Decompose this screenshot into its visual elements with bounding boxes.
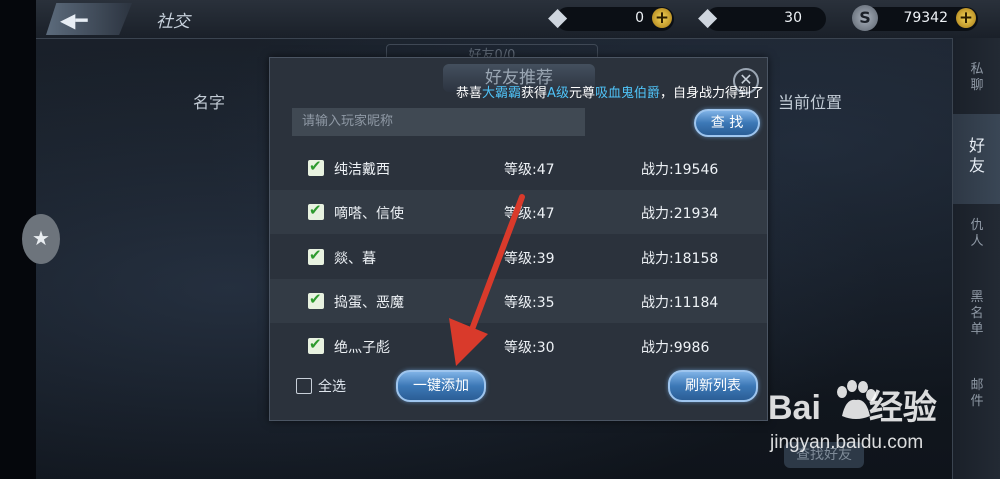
arrow-shaft	[465, 194, 525, 343]
watermark-brand-right: 经验	[868, 389, 937, 427]
watermark-brand-left: Bai	[768, 389, 821, 427]
watermark-url: jingyan.baidu.com	[770, 432, 924, 453]
paw-icon	[837, 380, 876, 419]
arrow-head	[449, 318, 488, 366]
baidu-watermark: Bai 经验 jingyan.baidu.com	[768, 380, 998, 460]
